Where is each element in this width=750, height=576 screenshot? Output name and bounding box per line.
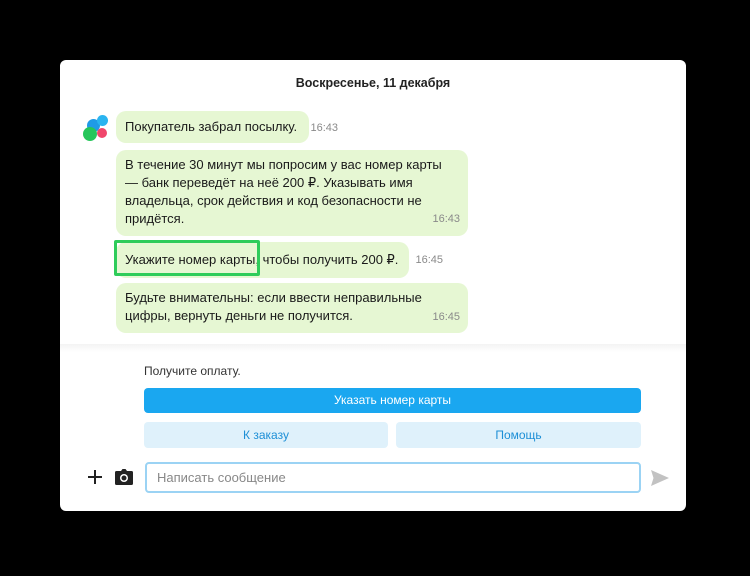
send-icon[interactable]: [651, 470, 669, 486]
message-bubble: Будьте внимательны: если ввести неправил…: [116, 283, 468, 333]
message-bubble: В течение 30 минут мы попросим у вас ном…: [116, 150, 468, 236]
app-logo-dots-icon: [81, 113, 111, 143]
divider: [60, 344, 686, 352]
date-header: Воскресенье, 11 декабря: [295, 76, 451, 90]
message-text: В течение 30 минут мы попросим у вас ном…: [125, 157, 442, 226]
action-prompt: Получите оплату.: [144, 364, 241, 378]
camera-icon[interactable]: [115, 469, 133, 485]
message-input[interactable]: [145, 462, 641, 493]
chat-window: Воскресенье, 11 декабря Покупатель забра…: [60, 60, 686, 511]
avatar-dot-green: [83, 127, 97, 141]
message-time: 16:45: [432, 311, 460, 323]
plus-icon[interactable]: [87, 469, 103, 485]
message-bubble: Покупатель забрал посылку. 16:43: [116, 111, 338, 143]
to-order-button[interactable]: К заказу: [144, 422, 388, 448]
message-text: Покупатель забрал посылку.: [125, 119, 298, 134]
message-time: 16:43: [310, 122, 338, 134]
avatar-dot-cyan: [97, 115, 108, 126]
message-text: Будьте внимательны: если ввести неправил…: [125, 290, 422, 323]
avatar-dot-pink: [97, 128, 107, 138]
message-time: 16:43: [432, 213, 460, 225]
enter-card-number-button[interactable]: Указать номер карты: [144, 388, 641, 413]
help-button[interactable]: Помощь: [396, 422, 641, 448]
highlight-box: [114, 240, 260, 276]
message-time: 16:45: [415, 254, 443, 266]
